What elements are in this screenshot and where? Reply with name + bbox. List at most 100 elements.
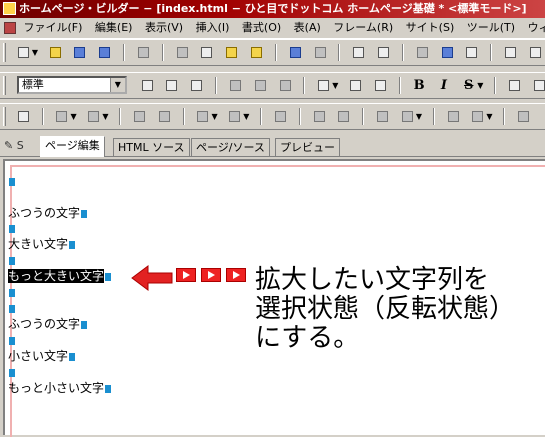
menu-tools[interactable]: ツール(T) <box>467 21 515 34</box>
undo-icon[interactable] <box>287 44 304 61</box>
indent-icon[interactable] <box>372 77 389 94</box>
pencil-icon: ✎ S <box>4 139 24 152</box>
open-folder-icon[interactable] <box>47 44 64 61</box>
tab-page-source[interactable]: ページ/ソース <box>191 138 270 156</box>
toolbar-grip[interactable] <box>3 76 6 95</box>
toolbar-separator <box>41 108 44 125</box>
empty-line[interactable] <box>8 252 15 268</box>
copy-icon[interactable] <box>198 44 215 61</box>
cell-align-dropdown-icon[interactable]: ▼ <box>243 108 250 125</box>
text-line[interactable]: 大きい文字 <box>8 236 76 252</box>
menu-view[interactable]: 表示(V) <box>145 21 183 34</box>
empty-line[interactable] <box>8 173 15 189</box>
align-center-icon[interactable] <box>163 77 180 94</box>
selected-text-line[interactable]: もっと大きい文字 <box>8 268 112 284</box>
tab-html-source[interactable]: HTML ソース <box>113 138 190 156</box>
redo-icon[interactable] <box>312 44 329 61</box>
cell-down-icon[interactable] <box>335 108 352 125</box>
save-icon[interactable] <box>71 44 88 61</box>
font-larger-icon[interactable] <box>506 77 523 94</box>
paragraph-mark-icon <box>9 225 15 233</box>
new-file-icon[interactable] <box>15 44 32 61</box>
cut-icon[interactable] <box>174 44 191 61</box>
cell-align-icon[interactable] <box>226 108 243 125</box>
style-dropdown-icon[interactable]: ▼ <box>477 77 484 94</box>
print-icon[interactable] <box>135 44 152 61</box>
bullet-list-icon[interactable] <box>315 77 332 94</box>
red-arrow-icon <box>131 265 173 291</box>
row-dropdown-icon[interactable]: ▼ <box>70 108 77 125</box>
save-all-icon[interactable] <box>96 44 113 61</box>
empty-line[interactable] <box>8 300 15 316</box>
paragraph-style-select[interactable]: 標準 ▼ <box>16 76 127 94</box>
frame-icon[interactable] <box>527 44 544 61</box>
move-dropdown-icon[interactable]: ▼ <box>211 108 218 125</box>
cell-color-icon[interactable] <box>374 108 391 125</box>
toolbar-grip[interactable] <box>3 107 6 126</box>
toolbar-separator <box>494 77 497 94</box>
site-view-icon[interactable] <box>463 44 480 61</box>
align-right-icon[interactable] <box>188 77 205 94</box>
toolbar-separator <box>274 44 277 61</box>
text-line[interactable]: 小さい文字 <box>8 348 76 364</box>
paste-dropdown-icon[interactable]: ▼ <box>486 108 493 125</box>
cell-fill-icon[interactable] <box>399 108 416 125</box>
font-smaller-icon[interactable] <box>531 77 545 94</box>
menu-edit[interactable]: 編集(E) <box>95 21 133 34</box>
move-cell-icon[interactable] <box>194 108 211 125</box>
insert-column-icon[interactable] <box>85 108 102 125</box>
strike-button[interactable]: S <box>460 77 477 94</box>
toolbar-grip[interactable] <box>3 43 6 62</box>
cell-properties-icon[interactable] <box>515 108 532 125</box>
align-left-icon[interactable] <box>139 77 156 94</box>
tab-preview[interactable]: プレビュー <box>275 138 340 156</box>
selected-text[interactable]: もっと大きい文字 <box>8 269 105 283</box>
bold-button[interactable]: B <box>411 77 428 94</box>
browser-e-icon[interactable] <box>439 44 456 61</box>
empty-line[interactable] <box>8 364 15 380</box>
split-cells-icon[interactable] <box>156 108 173 125</box>
cell-select-icon[interactable] <box>272 108 289 125</box>
menu-site[interactable]: サイト(S) <box>406 21 455 34</box>
align-top-icon[interactable] <box>227 77 244 94</box>
toolbar-separator <box>303 77 306 94</box>
menu-insert[interactable]: 挿入(I) <box>196 21 230 34</box>
menu-file[interactable]: ファイル(F) <box>24 21 83 34</box>
menu-frame[interactable]: フレーム(R) <box>333 21 393 34</box>
tab-page-edit[interactable]: ページ編集 <box>40 136 105 157</box>
text-line[interactable]: ふつうの文字 <box>8 205 88 221</box>
empty-line[interactable] <box>8 220 15 236</box>
document-icon[interactable] <box>4 22 16 34</box>
align-bottom-icon[interactable] <box>277 77 294 94</box>
instruction-callout: 拡大したい文字列を 選択状態（反転状態） にする。 <box>255 265 516 353</box>
paste-icon[interactable] <box>223 44 240 61</box>
text-line[interactable]: ふつうの文字 <box>8 316 88 332</box>
menu-table[interactable]: 表(A) <box>294 21 321 34</box>
menu-window[interactable]: ウィ <box>528 21 545 34</box>
cell-up-icon[interactable] <box>311 108 328 125</box>
preview-icon[interactable] <box>414 44 431 61</box>
column-dropdown-icon[interactable]: ▼ <box>102 108 109 125</box>
cell-paste-icon[interactable] <box>469 108 486 125</box>
list-dropdown-icon[interactable]: ▼ <box>332 77 339 94</box>
layout-icon[interactable] <box>502 44 519 61</box>
empty-line[interactable] <box>8 332 15 348</box>
eraser-icon[interactable] <box>248 44 265 61</box>
table-toolbar: ▼ ▼ ▼ ▼ ▼ ▼ <box>0 103 545 130</box>
text-line[interactable]: もっと小さい文字 <box>8 380 112 396</box>
cell-width-icon[interactable] <box>445 108 462 125</box>
empty-line[interactable] <box>8 284 15 300</box>
insert-link-icon[interactable] <box>375 44 392 61</box>
align-middle-icon[interactable] <box>252 77 269 94</box>
outdent-icon[interactable] <box>347 77 364 94</box>
insert-image-icon[interactable] <box>350 44 367 61</box>
merge-cells-icon[interactable] <box>131 108 148 125</box>
italic-button[interactable]: I <box>435 77 452 94</box>
menu-format[interactable]: 書式(O) <box>242 21 281 34</box>
insert-table-icon[interactable] <box>15 108 32 125</box>
insert-row-icon[interactable] <box>53 108 70 125</box>
fill-dropdown-icon[interactable]: ▼ <box>416 108 423 125</box>
chevron-down-icon[interactable]: ▼ <box>109 78 125 92</box>
paragraph-mark-icon <box>105 273 112 281</box>
new-dropdown-icon[interactable]: ▼ <box>32 44 39 61</box>
